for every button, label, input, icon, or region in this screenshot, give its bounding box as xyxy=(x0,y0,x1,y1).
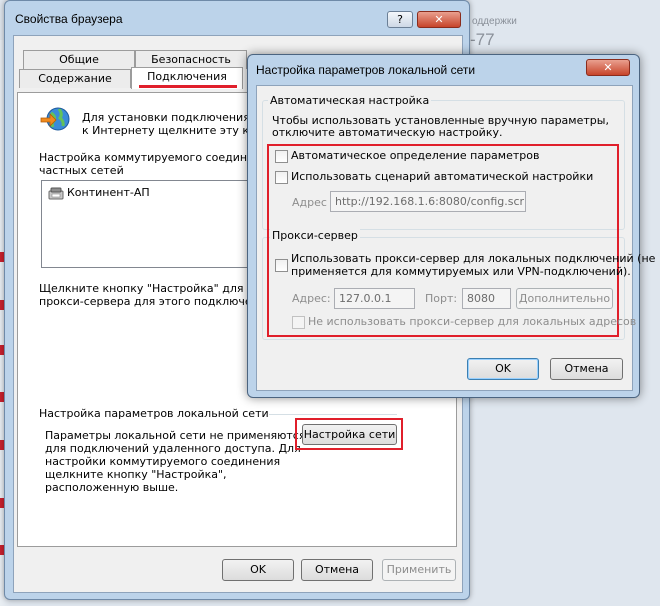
lan-ok-button[interactable]: OK xyxy=(467,358,539,380)
dialup-header-line2: частных сетей xyxy=(39,164,124,177)
tab-content[interactable]: Содержание xyxy=(19,69,131,88)
title-bar[interactable]: Свойства браузера ? ✕ xyxy=(5,1,469,35)
bypass-local-label[interactable]: Не использовать прокси-сервер для локаль… xyxy=(308,315,636,329)
lan-section-title: Настройка параметров локальной сети xyxy=(39,407,269,420)
bypass-local-checkbox[interactable] xyxy=(292,316,305,329)
active-tab-underline xyxy=(139,85,237,88)
auto-config-desc-line2: отключите автоматическую настройку. xyxy=(272,126,503,139)
lan-desc-line5: расположенную выше. xyxy=(45,481,179,494)
script-address-label: Адрес xyxy=(292,196,327,209)
lan-desc-line3: настройки коммутируемого соединения xyxy=(45,455,281,468)
lan-settings-dialog: Настройка параметров локальной сети ✕ Ав… xyxy=(247,54,655,398)
lan-desc-line4: щелкните кнопку "Настройка", xyxy=(45,468,227,481)
tab-general[interactable]: Общие xyxy=(23,50,135,69)
lan-desc-line1: Параметры локальной сети не применяются xyxy=(45,429,306,442)
proxy-group-label: Прокси-сервер xyxy=(270,229,360,242)
lan-section-divider xyxy=(269,414,397,415)
auto-config-group-label: Автоматическая настройка xyxy=(268,94,432,107)
globe-icon xyxy=(40,107,70,131)
setup-text-line1: Для установки подключения xyxy=(82,111,250,124)
use-script-checkbox[interactable] xyxy=(275,171,288,184)
lan-dialog-title: Настройка параметров локальной сети xyxy=(256,63,476,77)
proxy-address-field[interactable]: 127.0.0.1 xyxy=(334,288,415,309)
proxy-hint-line1: Щелкните кнопку "Настройка" для наст xyxy=(39,282,274,295)
close-button[interactable]: ✕ xyxy=(586,59,630,76)
window-title: Свойства браузера xyxy=(15,12,123,26)
dialup-connection-icon xyxy=(48,187,64,200)
cancel-button[interactable]: Отмена xyxy=(301,559,373,581)
proxy-hint-line2: прокси-сервера для этого подключени xyxy=(39,295,266,308)
help-button[interactable]: ? xyxy=(387,11,413,28)
lan-settings-button[interactable]: Настройка сети xyxy=(302,424,397,445)
dialup-connections-list[interactable]: Континент-АП xyxy=(41,180,256,268)
advanced-button[interactable]: Дополнительно xyxy=(516,288,613,309)
proxy-address-label: Адрес: xyxy=(292,292,331,305)
background-text: -77 xyxy=(470,30,495,49)
use-proxy-checkbox[interactable] xyxy=(275,259,288,272)
lan-cancel-button[interactable]: Отмена xyxy=(550,358,623,380)
ok-button[interactable]: OK xyxy=(222,559,294,581)
close-button[interactable]: ✕ xyxy=(417,11,461,28)
apply-button[interactable]: Применить xyxy=(382,559,456,581)
auto-detect-checkbox[interactable] xyxy=(275,150,288,163)
use-script-label[interactable]: Использовать сценарий автоматической нас… xyxy=(291,170,593,184)
port-field[interactable]: 8080 xyxy=(462,288,511,309)
lan-desc-line2: для подключений удаленного доступа. Для xyxy=(45,442,301,455)
use-proxy-label-line1[interactable]: Использовать прокси-сервер для локальных… xyxy=(291,252,655,266)
port-label: Порт: xyxy=(425,292,458,305)
use-proxy-label-line2[interactable]: применяется для коммутируемых или VPN-по… xyxy=(291,265,631,279)
lan-dialog-title-bar[interactable]: Настройка параметров локальной сети ✕ xyxy=(248,55,639,83)
dialup-header-line1: Настройка коммутируемого соединения xyxy=(39,151,275,164)
auto-detect-label[interactable]: Автоматическое определение параметров xyxy=(291,149,539,163)
background-text: оддержки xyxy=(472,16,517,27)
list-item[interactable]: Континент-АП xyxy=(67,186,150,200)
setup-text-line2: к Интернету щелкните эту кноп xyxy=(82,124,271,137)
script-address-field[interactable]: http://192.168.1.6:8080/config.script xyxy=(330,191,526,212)
